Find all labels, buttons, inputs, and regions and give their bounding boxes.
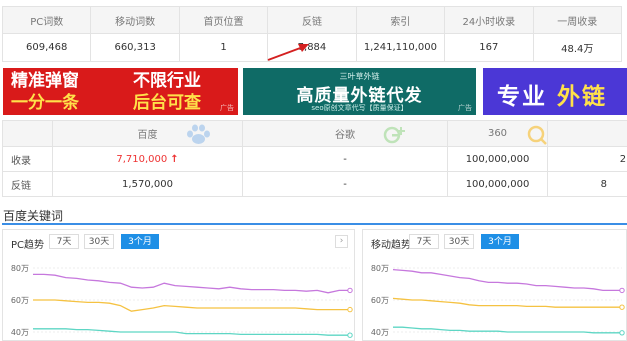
pc-series-line-0 xyxy=(33,273,350,294)
mobile-series-line-0 xyxy=(392,268,622,292)
y-tick-label: 40万 xyxy=(371,328,389,337)
header-pc-words: PC词数 xyxy=(1,6,92,34)
pc-series-endpoint xyxy=(347,306,353,313)
mobile-series-endpoint xyxy=(619,304,625,310)
mobile-trend-panel: 移动趋势 7天 30天 3个月 80万 60万 40万 xyxy=(362,229,627,341)
pc-trend-panel: PC趋势 7天 30天 3个月 › 80万 60万 40万 xyxy=(2,229,355,341)
google-backlinks-value: - xyxy=(242,171,448,197)
y-tick-label: 40万 xyxy=(11,328,29,337)
mobile-series-endpoint xyxy=(619,330,625,336)
header-week-indexed: 一周收录 xyxy=(532,6,623,34)
mobile-series-line-2 xyxy=(393,326,622,334)
tab-3-months[interactable]: 3个月 xyxy=(481,234,519,249)
ad-tag: 广告 xyxy=(220,104,234,112)
header-mobile-words: 移动词数 xyxy=(90,6,180,34)
ad-text: 不限行业 xyxy=(133,71,201,91)
header-blank xyxy=(2,120,53,147)
pc-trend-label: PC趋势 xyxy=(11,240,45,251)
ad-text: 后台可查 xyxy=(133,93,201,113)
header-index: 索引 xyxy=(355,6,446,34)
ad-text: 精准弹窗 xyxy=(11,71,79,91)
pc-series-endpoint xyxy=(347,287,353,294)
ad-banner-popup[interactable]: 精准弹窗 一分一条 不限行业 后台可查 广告 xyxy=(3,68,238,115)
ad-tag: 广告 xyxy=(458,104,472,112)
ad-text: 一分一条 xyxy=(11,93,79,113)
header-extra xyxy=(527,120,627,147)
ad-headline-highlight: 外链 xyxy=(557,84,608,110)
mobile-trend-label: 移动趋势 xyxy=(371,240,411,251)
google-indexed-value: - xyxy=(242,146,448,172)
value-index: 1,241,110,000 xyxy=(355,33,446,62)
header-360-label: 360 xyxy=(487,128,508,139)
ad-banner-backlinks[interactable]: 三叶草外链 高质量外链代发 seo原创文章代写【质量保证】 广告 xyxy=(243,68,476,115)
extra-indexed-value: 2,20 xyxy=(547,146,627,172)
tab-30-days[interactable]: 30天 xyxy=(444,234,474,249)
s360-indexed-value: 100,000,000 xyxy=(447,146,548,172)
y-tick-label: 60万 xyxy=(371,296,389,305)
tab-7-days[interactable]: 7天 xyxy=(409,234,439,249)
value-mobile-words: 660,313 xyxy=(90,33,180,62)
baidu-indexed-value[interactable]: 7,710,000 ↑ xyxy=(52,146,243,172)
value-24h-indexed: 167 xyxy=(444,33,534,62)
stats-header-row: PC词数 移动词数 首页位置 反链 索引 24小时收录 一周收录 xyxy=(1,6,623,34)
tab-30-days[interactable]: 30天 xyxy=(84,234,114,249)
seo-stats-widget: PC词数 移动词数 首页位置 反链 索引 24小时收录 一周收录 609,468… xyxy=(0,0,627,341)
pc-series-line-1 xyxy=(33,299,350,312)
ad-headline: 专业 外链 xyxy=(497,77,607,111)
header-google-label: 谷歌 xyxy=(335,130,355,141)
engine-header-row: 百度 谷歌 360 xyxy=(2,120,627,147)
baidu-paw-icon xyxy=(187,124,210,144)
tab-3-months[interactable]: 3个月 xyxy=(121,234,159,249)
engine-stats-table: 百度 谷歌 360 收录 7,710,000 ↑ - 100,000,000 2… xyxy=(2,120,627,197)
extra-backlinks-value: 8 xyxy=(547,171,627,197)
header-home-position: 首页位置 xyxy=(178,6,269,34)
ad-headline-part: 专业 xyxy=(497,84,547,110)
pc-trend-chart: 80万 60万 40万 xyxy=(11,264,353,338)
baidu-backlinks-value: 1,570,000 xyxy=(52,171,243,197)
baidu-indexed-number: 7,710,000 xyxy=(116,153,168,165)
trend-up-icon: ↑ xyxy=(170,153,179,165)
pc-series-endpoint xyxy=(347,332,353,338)
mobile-series-line-1 xyxy=(392,297,622,308)
header-baidu-label: 百度 xyxy=(137,130,158,141)
value-home-position: 1 xyxy=(178,33,269,62)
value-pc-words: 609,468 xyxy=(1,33,92,62)
y-tick-label: 80万 xyxy=(11,264,29,273)
header-backlinks: 反链 xyxy=(267,6,357,34)
ad-banner-pro-links[interactable]: 专业 外链 xyxy=(483,68,627,115)
mobile-trend-chart: 80万 60万 40万 xyxy=(371,264,625,337)
engine-row-backlinks: 反链 1,570,000 - 100,000,000 8 xyxy=(2,171,627,197)
y-tick-label: 60万 xyxy=(11,296,29,305)
chevron-right-icon[interactable]: › xyxy=(335,235,348,248)
section-divider xyxy=(2,223,627,225)
row-label-backlinks: 反链 xyxy=(2,171,53,197)
search-360-icon xyxy=(527,125,547,145)
ad-subline: seo原创文章代写【质量保证】 xyxy=(311,104,408,112)
tab-7-days[interactable]: 7天 xyxy=(49,234,79,249)
mobile-series-endpoint xyxy=(619,287,625,294)
header-google: 谷歌 xyxy=(242,120,448,147)
s360-backlinks-value: 100,000,000 xyxy=(447,171,548,197)
google-plus-icon xyxy=(383,126,405,144)
value-week-indexed: 48.4万 xyxy=(532,33,623,62)
y-tick-label: 80万 xyxy=(371,264,389,273)
row-label-indexed: 收录 xyxy=(2,146,53,172)
header-24h-indexed: 24小时收录 xyxy=(444,6,534,34)
header-baidu: 百度 xyxy=(52,120,243,147)
engine-row-indexed: 收录 7,710,000↑ - 100,000,000 2,20 xyxy=(2,146,627,172)
keywords-section-title: 百度关键词 xyxy=(3,209,64,223)
annotation-arrow-icon xyxy=(267,44,309,61)
